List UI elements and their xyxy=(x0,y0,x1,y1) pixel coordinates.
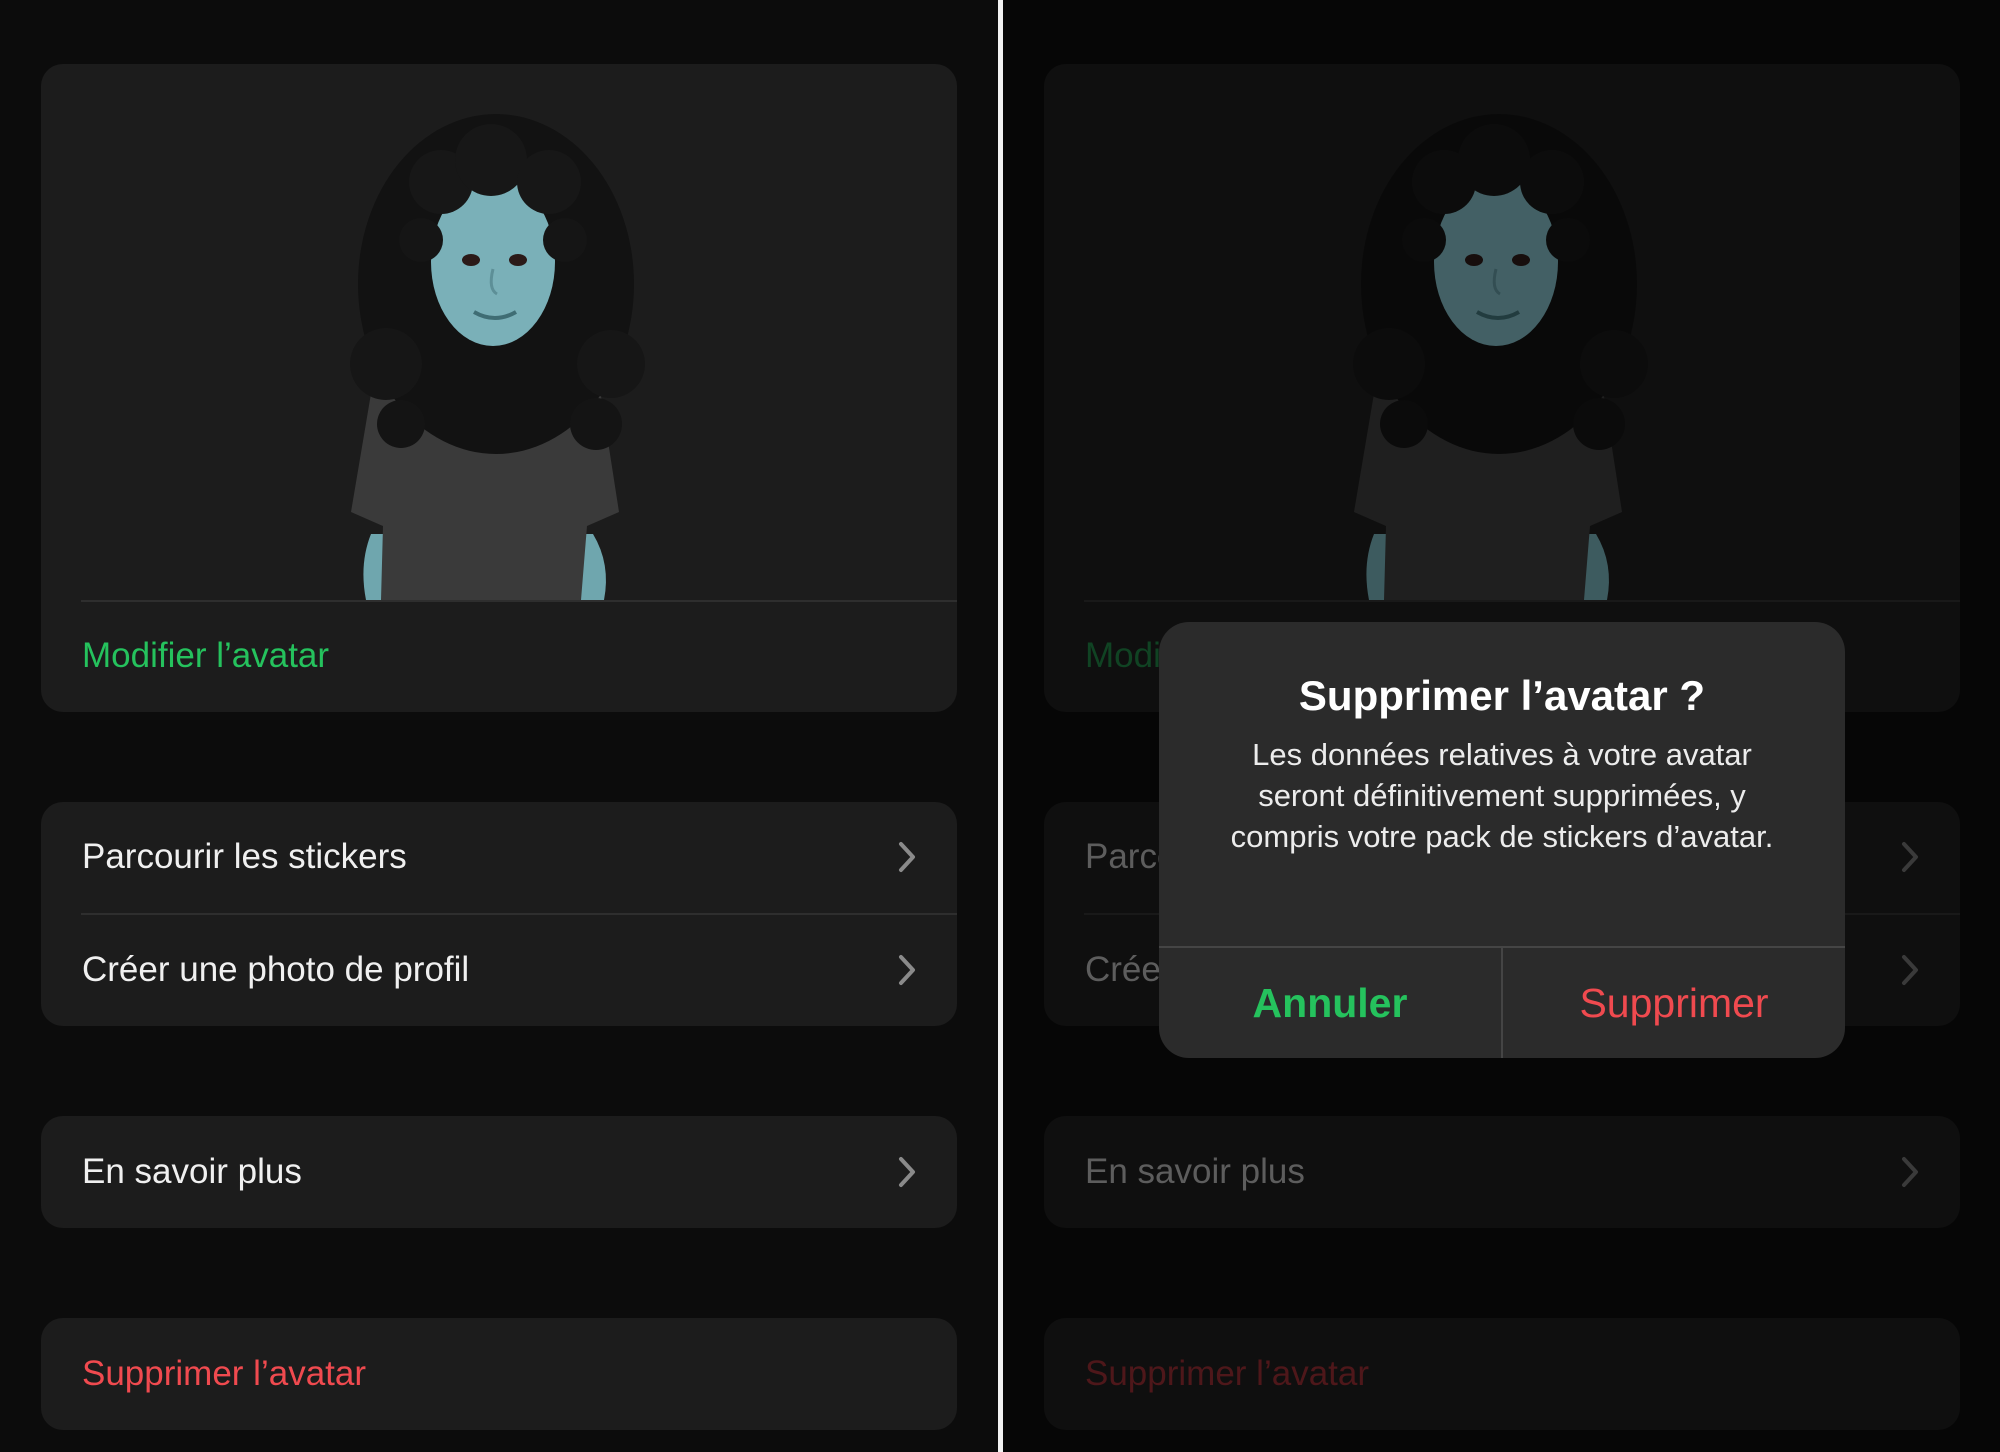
delete-avatar-card: Supprimer l’avatar xyxy=(41,1318,957,1430)
create-profile-photo-row[interactable]: Créer une photo de profil xyxy=(41,915,957,1025)
avatar-card: Modifier l’avatar xyxy=(41,64,957,712)
cancel-button[interactable]: Annuler xyxy=(1159,948,1501,1058)
confirm-delete-button[interactable]: Supprimer xyxy=(1503,948,1845,1058)
menu-card: Parcourir les stickers Créer une photo d… xyxy=(41,802,957,1026)
delete-avatar-button[interactable]: Supprimer l’avatar xyxy=(41,1319,957,1429)
create-profile-photo-label: Créer une photo de profil xyxy=(82,950,470,989)
learn-more-card: En savoir plus xyxy=(41,1116,957,1228)
avatar-settings-screen-with-dialog: Modifier l’avatar Parcourir les stickers… xyxy=(1003,0,2000,1452)
dialog-title: Supprimer l’avatar ? xyxy=(1298,672,1706,719)
delete-avatar-label: Supprimer l’avatar xyxy=(82,1354,366,1393)
edit-avatar-button[interactable]: Modifier l’avatar xyxy=(41,601,957,711)
browse-stickers-row[interactable]: Parcourir les stickers xyxy=(41,802,957,912)
avatar-illustration xyxy=(350,114,645,600)
learn-more-row[interactable]: En savoir plus xyxy=(41,1117,957,1227)
edit-avatar-label: Modifier l’avatar xyxy=(82,636,330,675)
avatar-preview xyxy=(41,64,957,600)
browse-stickers-label: Parcourir les stickers xyxy=(82,837,407,876)
dialog-message: Les données relatives à votre avatar ser… xyxy=(1230,737,1774,854)
chevron-right-icon xyxy=(899,1157,915,1187)
chevron-right-icon xyxy=(899,955,915,985)
avatar-settings-screen: Modifier l’avatar Parcourir les stickers… xyxy=(0,0,998,1452)
learn-more-label: En savoir plus xyxy=(82,1152,302,1191)
delete-avatar-dialog: Supprimer l’avatar ? Les données relativ… xyxy=(1159,622,1845,1058)
chevron-right-icon xyxy=(899,842,915,872)
